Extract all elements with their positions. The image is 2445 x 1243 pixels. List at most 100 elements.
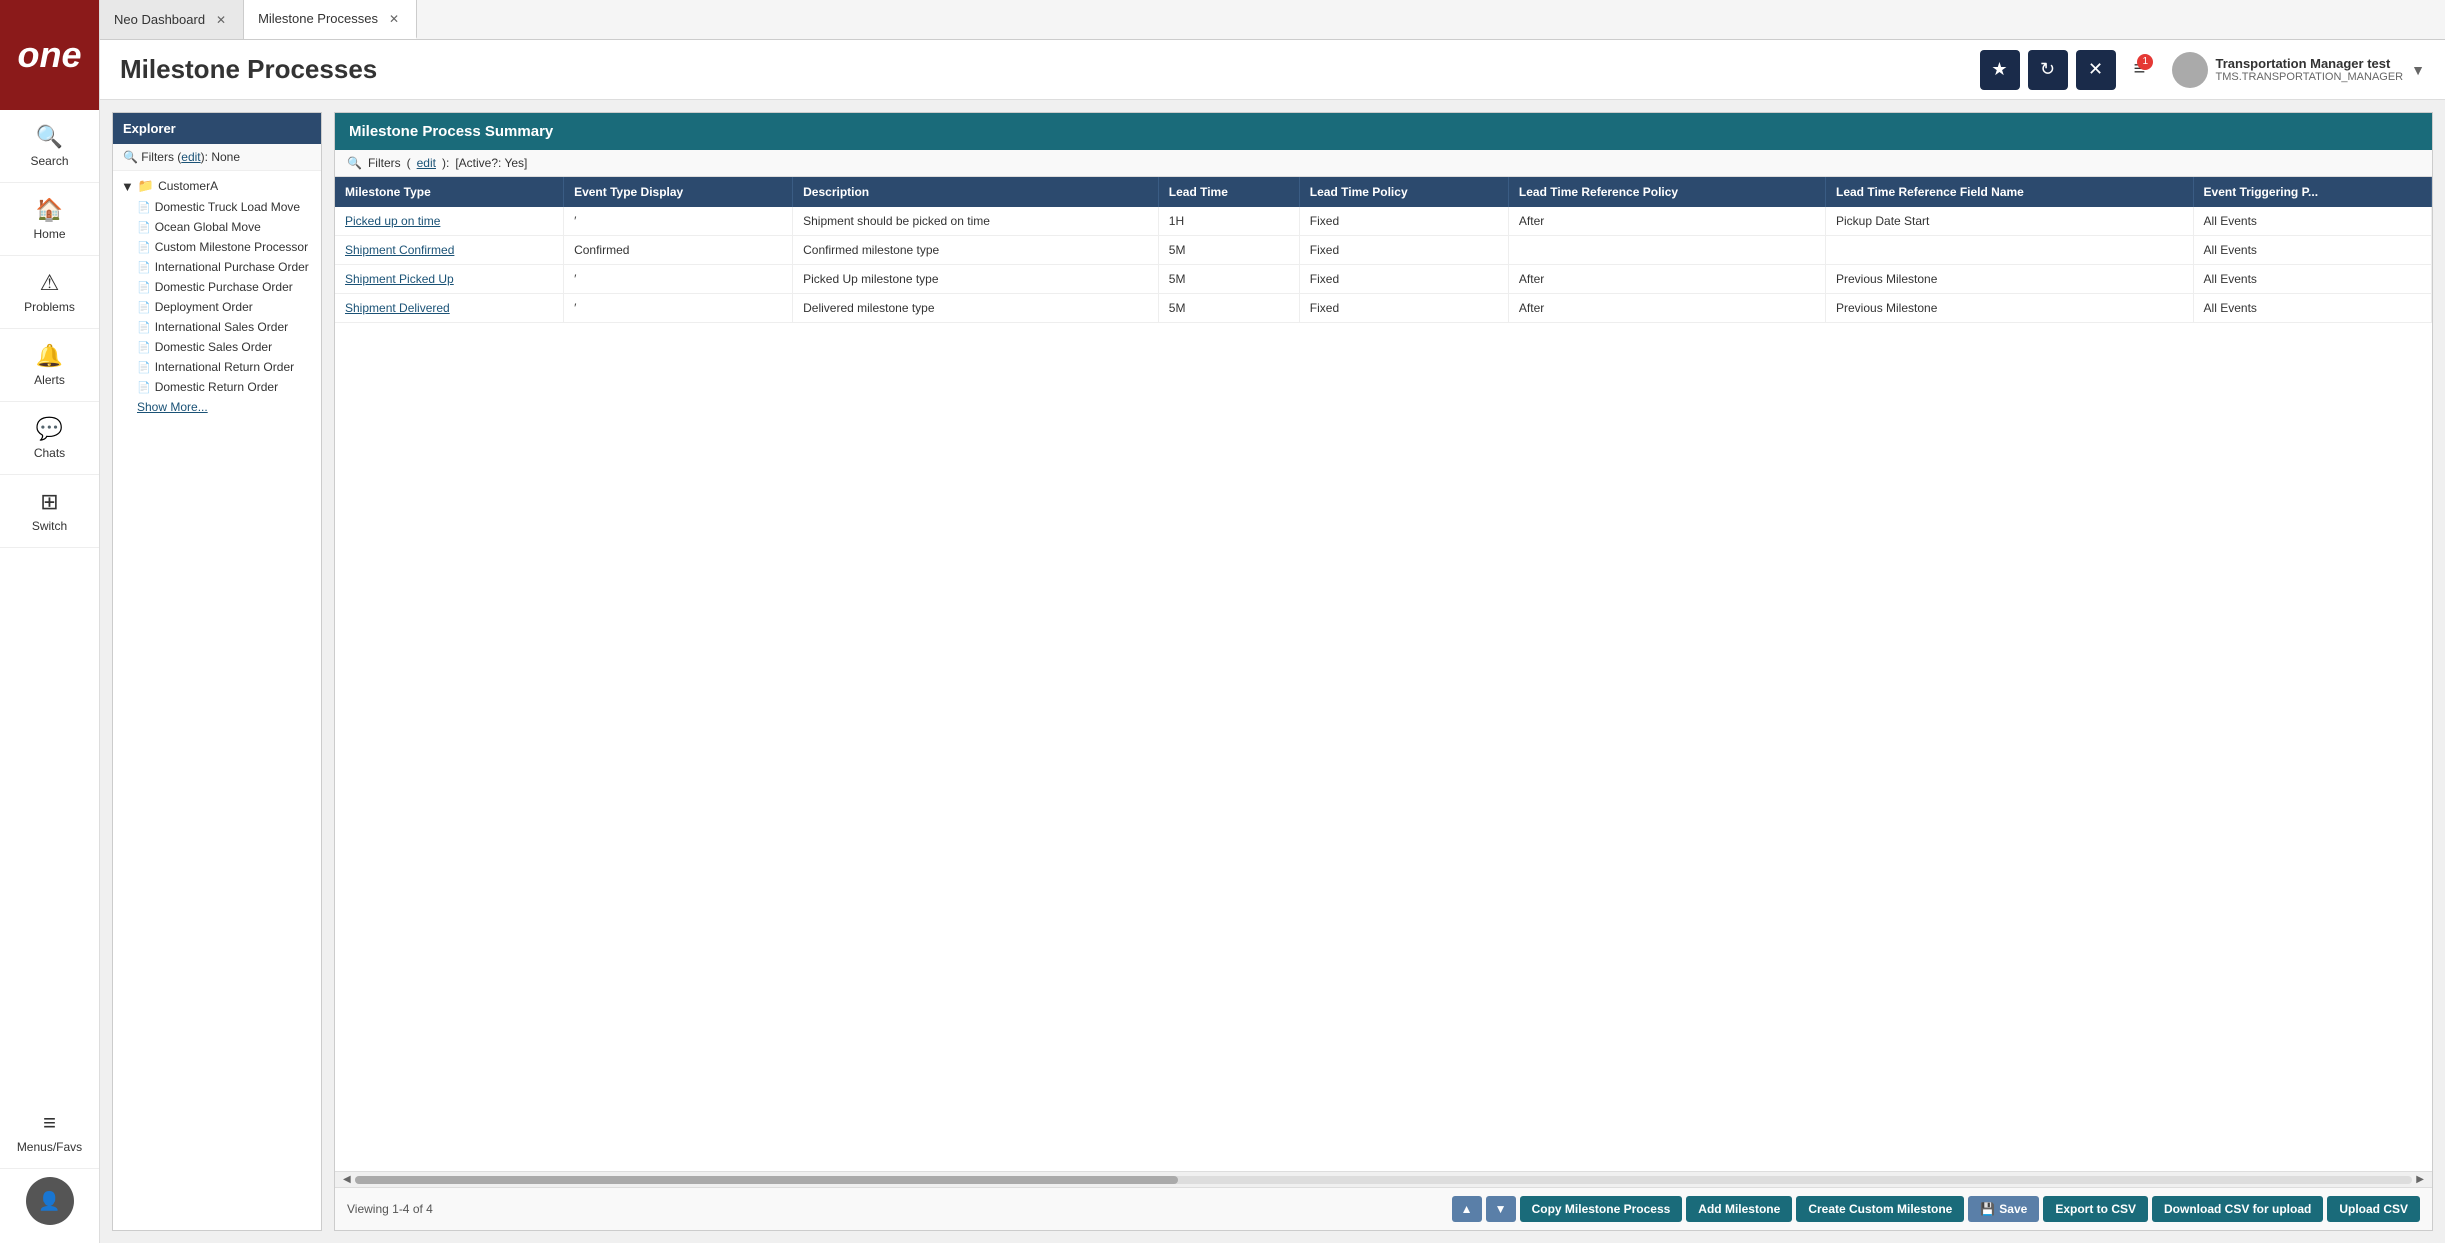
sidebar-label-alerts: Alerts — [34, 373, 65, 387]
sidebar-item-chats[interactable]: 💬 Chats — [0, 402, 99, 475]
panel-title-text: Milestone Process Summary — [349, 123, 553, 140]
export-to-csv-button[interactable]: Export to CSV — [2043, 1196, 2148, 1222]
app-logo[interactable]: one — [0, 0, 99, 110]
cell-event-type-3: ′ — [564, 294, 793, 323]
tree-item-6[interactable]: 📄 International Sales Order — [113, 317, 321, 337]
tree-item-9[interactable]: 📄 Domestic Return Order — [113, 377, 321, 397]
scroll-right-arrow[interactable]: ▶ — [2412, 1174, 2428, 1185]
sidebar-item-alerts[interactable]: 🔔 Alerts — [0, 329, 99, 402]
save-icon: 💾 — [1980, 1202, 1995, 1216]
tree-item-2[interactable]: 📄 Custom Milestone Processor — [113, 237, 321, 257]
tree-item-label-1: Ocean Global Move — [155, 220, 261, 234]
folder-label: CustomerA — [158, 179, 218, 193]
sidebar-item-search[interactable]: 🔍 Search — [0, 110, 99, 183]
cell-event-triggering-2: All Events — [2193, 265, 2431, 294]
explorer-filters-label: Filters — [141, 150, 174, 164]
save-button[interactable]: 💾 Save — [1968, 1196, 2039, 1222]
star-button[interactable]: ★ — [1980, 50, 2020, 90]
avatar[interactable]: 👤 — [26, 1177, 74, 1225]
table-filter-bar: 🔍 Filters (edit): [Active?: Yes] — [335, 150, 2432, 177]
tree-item-3[interactable]: 📄 International Purchase Order — [113, 257, 321, 277]
tree-item-8[interactable]: 📄 International Return Order — [113, 357, 321, 377]
col-milestone-type: Milestone Type — [335, 177, 564, 207]
file-icon-8: 📄 — [137, 361, 151, 374]
tree-item-label-9: Domestic Return Order — [155, 380, 278, 394]
col-lead-time-ref-policy: Lead Time Reference Policy — [1508, 177, 1825, 207]
sidebar-item-problems[interactable]: ⚠ Problems — [0, 256, 99, 329]
sidebar-bottom: ≡ Menus/Favs 👤 — [0, 1096, 99, 1243]
scroll-track[interactable] — [355, 1176, 2413, 1184]
menu-button[interactable]: ≡ 1 — [2124, 50, 2164, 90]
copy-milestone-process-button[interactable]: Copy Milestone Process — [1520, 1196, 1683, 1222]
show-more-link[interactable]: Show More... — [113, 397, 321, 417]
chevron-down-icon: ▼ — [2411, 62, 2425, 78]
create-custom-milestone-button[interactable]: Create Custom Milestone — [1796, 1196, 1964, 1222]
table-row: Shipment Delivered ′ Delivered milestone… — [335, 294, 2432, 323]
close-button[interactable]: ✕ — [2076, 50, 2116, 90]
cell-milestone-type-1[interactable]: Shipment Confirmed — [335, 236, 564, 265]
cell-lead-time-3: 5M — [1158, 294, 1299, 323]
sidebar-item-home[interactable]: 🏠 Home — [0, 183, 99, 256]
explorer-tree: ▼ 📁 CustomerA 📄 Domestic Truck Load Move… — [113, 171, 321, 421]
tree-item-7[interactable]: 📄 Domestic Sales Order — [113, 337, 321, 357]
tree-folder-customerA[interactable]: ▼ 📁 CustomerA — [113, 175, 321, 197]
horizontal-scrollbar[interactable]: ◀ ▶ — [335, 1171, 2432, 1187]
user-info[interactable]: Transportation Manager test TMS.TRANSPOR… — [2172, 52, 2426, 88]
milestone-table: Milestone Type Event Type Display Descri… — [335, 177, 2432, 323]
cell-lead-time-policy-2: Fixed — [1299, 265, 1508, 294]
file-icon-5: 📄 — [137, 301, 151, 314]
explorer-filters-edit-link[interactable]: edit — [181, 150, 200, 164]
tree-item-label-4: Domestic Purchase Order — [155, 280, 293, 294]
tree-item-label-0: Domestic Truck Load Move — [155, 200, 300, 214]
tree-item-0[interactable]: 📄 Domestic Truck Load Move — [113, 197, 321, 217]
sidebar-item-menus[interactable]: ≡ Menus/Favs — [0, 1096, 99, 1169]
tree-item-label-2: Custom Milestone Processor — [155, 240, 308, 254]
tab-close-neo-dashboard[interactable]: ✕ — [213, 12, 229, 28]
cell-event-type-1: Confirmed — [564, 236, 793, 265]
scroll-down-button[interactable]: ▼ — [1486, 1196, 1516, 1222]
cell-milestone-type-2[interactable]: Shipment Picked Up — [335, 265, 564, 294]
star-icon: ★ — [1991, 59, 2007, 80]
cell-milestone-type-3[interactable]: Shipment Delivered — [335, 294, 564, 323]
cell-lead-time-policy-1: Fixed — [1299, 236, 1508, 265]
page-header: Milestone Processes ★ ↻ ✕ ≡ 1 Transporta… — [100, 40, 2445, 100]
bell-icon: 🔔 — [36, 343, 63, 369]
user-role: TMS.TRANSPORTATION_MANAGER — [2216, 71, 2404, 83]
upload-csv-button[interactable]: Upload CSV — [2327, 1196, 2420, 1222]
sidebar-label-menus: Menus/Favs — [17, 1140, 82, 1154]
tree-item-5[interactable]: 📄 Deployment Order — [113, 297, 321, 317]
tab-close-milestone-processes[interactable]: ✕ — [386, 11, 402, 27]
explorer-filters: 🔍 Filters (edit): None — [113, 144, 321, 171]
cell-description-0: Shipment should be picked on time — [793, 207, 1159, 236]
scroll-thumb[interactable] — [355, 1176, 1178, 1184]
cell-lead-time-ref-policy-1 — [1508, 236, 1825, 265]
header-actions: ★ ↻ ✕ ≡ 1 Transportation Manager test TM… — [1980, 50, 2426, 90]
tree-item-4[interactable]: 📄 Domestic Purchase Order — [113, 277, 321, 297]
col-event-triggering: Event Triggering P... — [2193, 177, 2431, 207]
refresh-button[interactable]: ↻ — [2028, 50, 2068, 90]
download-csv-button[interactable]: Download CSV for upload — [2152, 1196, 2323, 1222]
cell-event-triggering-0: All Events — [2193, 207, 2431, 236]
sidebar-label-problems: Problems — [24, 300, 75, 314]
add-milestone-button[interactable]: Add Milestone — [1686, 1196, 1792, 1222]
filter-active-badge: [Active?: Yes] — [455, 156, 527, 170]
cell-description-3: Delivered milestone type — [793, 294, 1159, 323]
folder-expand-icon: ▼ — [121, 179, 134, 194]
tab-neo-dashboard[interactable]: Neo Dashboard ✕ — [100, 0, 244, 39]
explorer-filters-value: None — [211, 150, 240, 164]
filter-edit-link[interactable]: edit — [417, 156, 436, 170]
tab-milestone-processes[interactable]: Milestone Processes ✕ — [244, 0, 417, 39]
tab-label-neo-dashboard: Neo Dashboard — [114, 12, 205, 27]
scroll-up-button[interactable]: ▲ — [1452, 1196, 1482, 1222]
cell-milestone-type-0[interactable]: Picked up on time — [335, 207, 564, 236]
file-icon-6: 📄 — [137, 321, 151, 334]
table-row: Shipment Picked Up ′ Picked Up milestone… — [335, 265, 2432, 294]
sidebar-item-switch[interactable]: ⊞ Switch — [0, 475, 99, 548]
tree-item-1[interactable]: 📄 Ocean Global Move — [113, 217, 321, 237]
main-content: Neo Dashboard ✕ Milestone Processes ✕ Mi… — [100, 0, 2445, 1243]
switch-icon: ⊞ — [40, 489, 58, 515]
scroll-left-arrow[interactable]: ◀ — [339, 1174, 355, 1185]
user-details: Transportation Manager test TMS.TRANSPOR… — [2216, 56, 2404, 83]
file-icon-1: 📄 — [137, 221, 151, 234]
logo-text: one — [17, 34, 81, 76]
